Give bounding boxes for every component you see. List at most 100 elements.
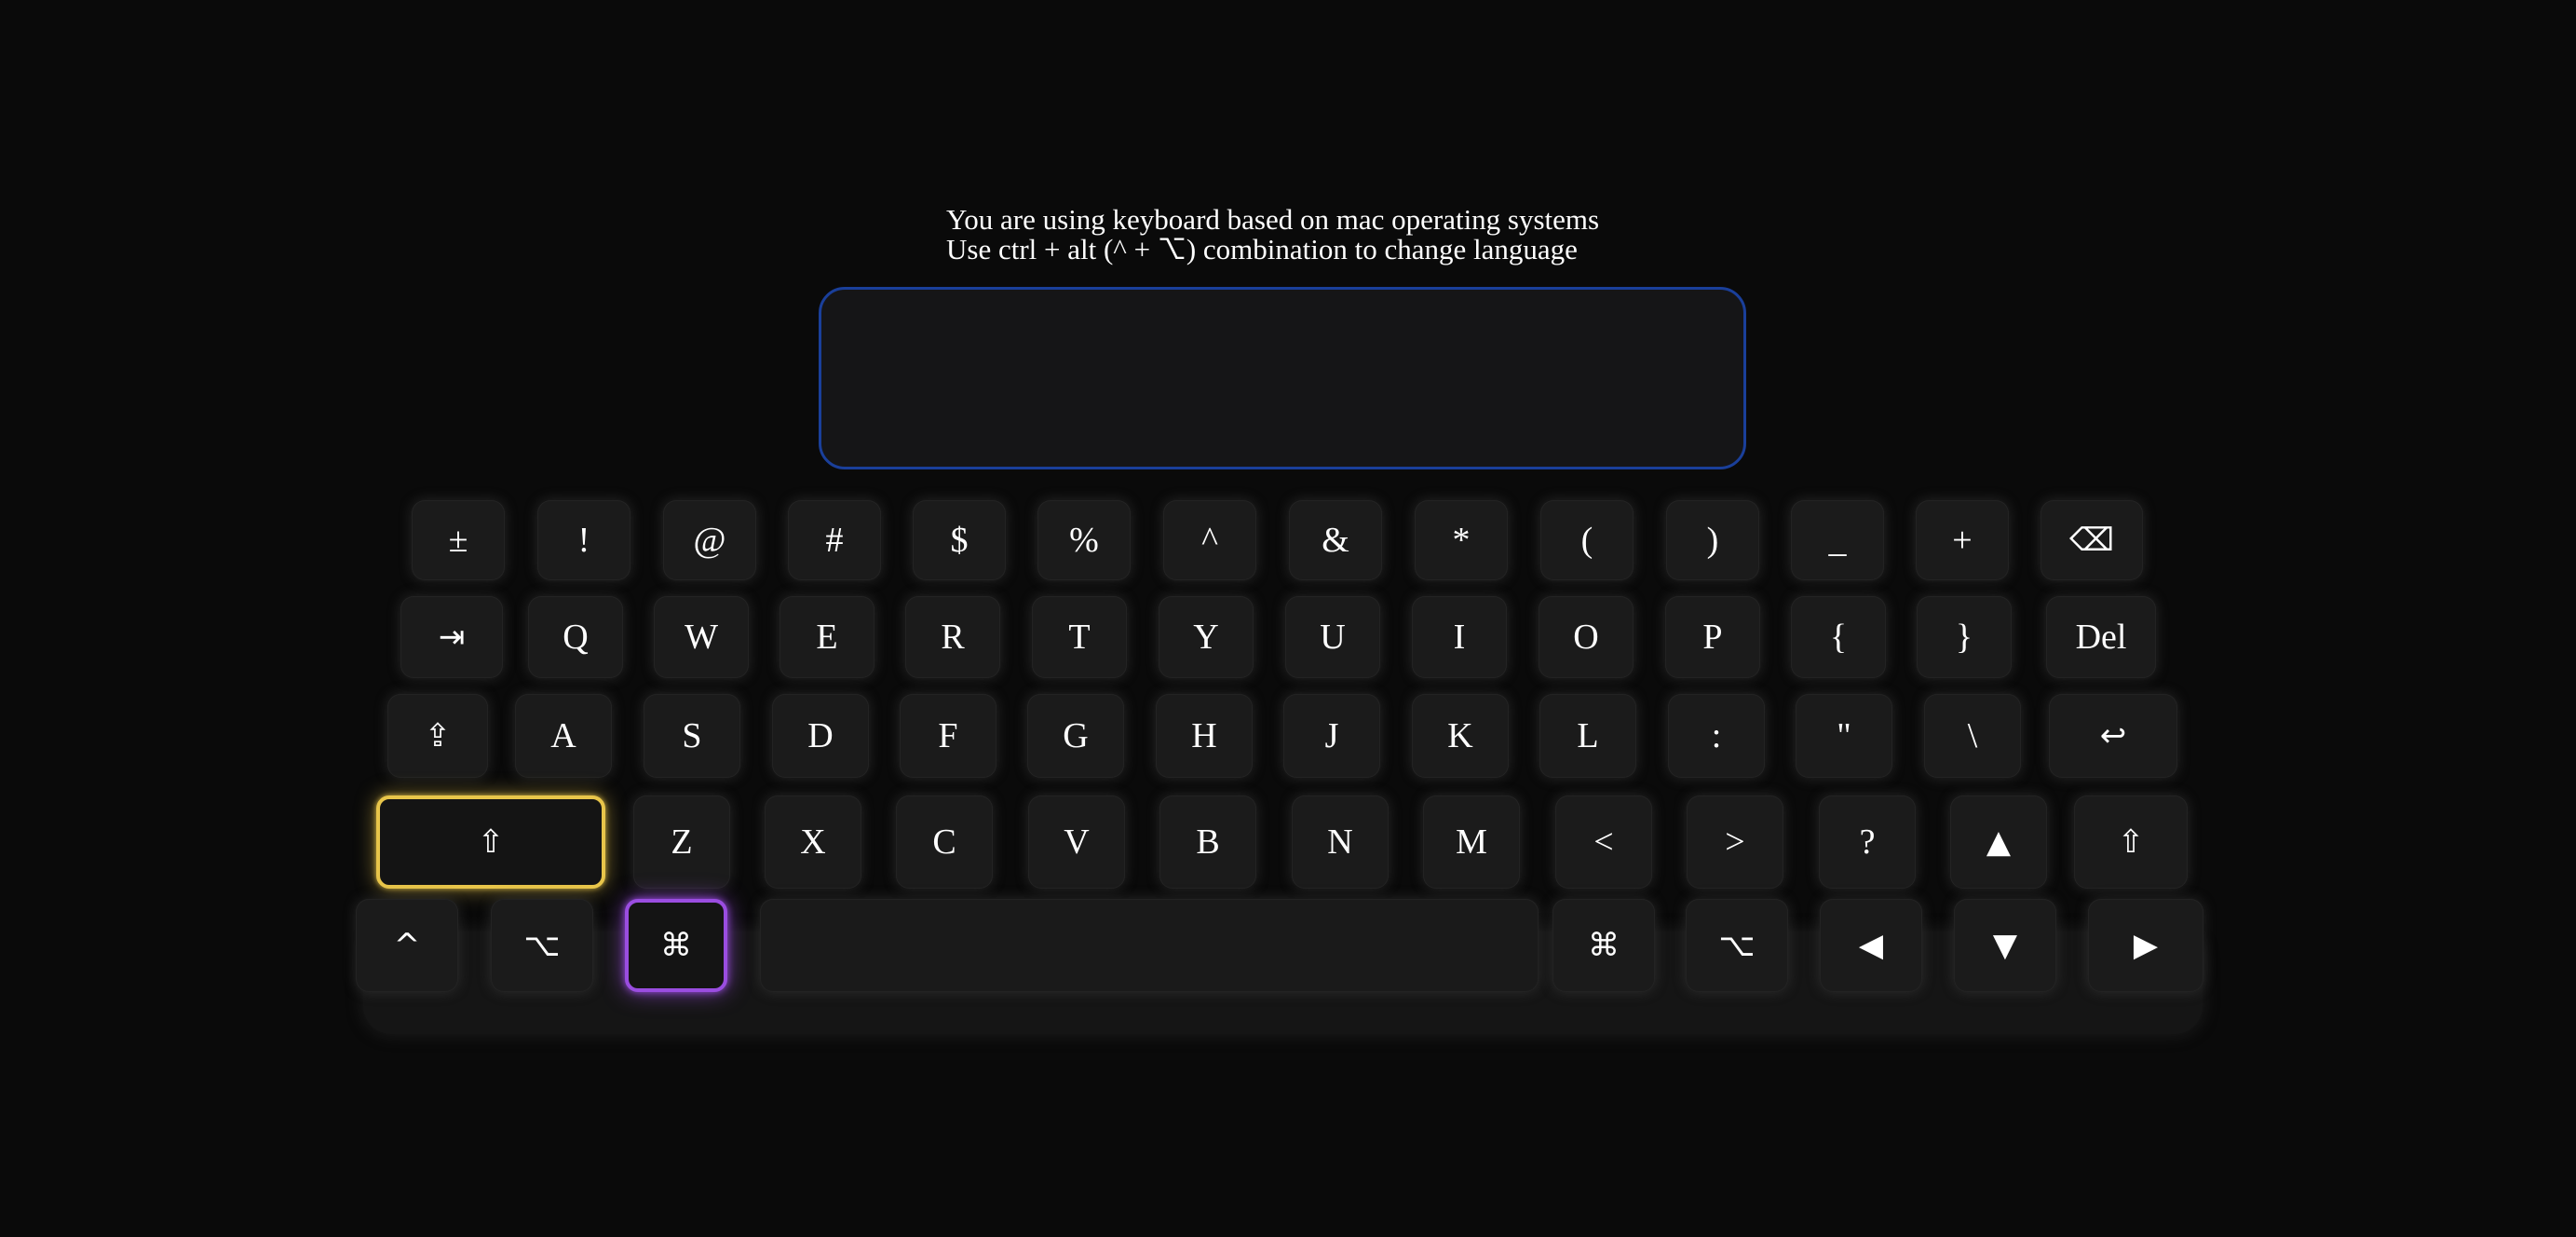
key-space[interactable] (760, 899, 1539, 992)
key-ampersand[interactable]: & (1289, 500, 1382, 580)
key-c[interactable]: C (896, 795, 993, 889)
key-arrow-right-label: ▶ (2133, 927, 2159, 964)
key-m[interactable]: M (1423, 795, 1520, 889)
key-t-label: T (1068, 618, 1091, 657)
key-exclamation-label: ! (577, 521, 590, 560)
key-y[interactable]: Y (1159, 596, 1254, 678)
key-ampersand-label: & (1322, 521, 1349, 560)
key-m-label: M (1456, 822, 1487, 862)
key-a-label: A (550, 716, 576, 755)
key-underscore[interactable]: _ (1791, 500, 1884, 580)
key-r-label: R (941, 618, 965, 657)
key-n-label: N (1327, 822, 1353, 862)
key-caps-lock[interactable]: ⇪ (387, 694, 488, 778)
key-a[interactable]: A (515, 694, 612, 778)
key-g[interactable]: G (1027, 694, 1124, 778)
key-right-shift[interactable]: ⇧ (2074, 795, 2188, 889)
key-f-label: F (938, 716, 958, 755)
key-t[interactable]: T (1032, 596, 1127, 678)
key-left-command[interactable]: ⌘ (625, 899, 727, 992)
key-right-option[interactable]: ⌥ (1686, 899, 1788, 992)
key-w[interactable]: W (654, 596, 749, 678)
key-left-option[interactable]: ⌥ (491, 899, 593, 992)
key-open-brace[interactable]: { (1791, 596, 1886, 678)
key-b[interactable]: B (1159, 795, 1256, 889)
instructions: You are using keyboard based on mac oper… (946, 205, 1599, 265)
key-tab[interactable]: ⇥ (400, 596, 503, 678)
key-e[interactable]: E (780, 596, 874, 678)
key-arrow-up[interactable]: ▲ (1950, 795, 2047, 889)
key-plus[interactable]: + (1916, 500, 2009, 580)
key-e-label: E (816, 618, 838, 657)
key-delete[interactable]: Del (2046, 596, 2156, 678)
key-h[interactable]: H (1156, 694, 1253, 778)
key-plus-minus[interactable]: ± (412, 500, 505, 580)
key-left-command-label: ⌘ (660, 927, 692, 964)
key-y-label: Y (1193, 618, 1219, 657)
key-q-label: Q (563, 618, 589, 657)
key-r[interactable]: R (905, 596, 1000, 678)
key-z-label: Z (671, 822, 693, 862)
key-colon-label: : (1711, 716, 1722, 755)
key-p[interactable]: P (1665, 596, 1760, 678)
key-less-than[interactable]: < (1555, 795, 1652, 889)
key-q[interactable]: Q (528, 596, 623, 678)
key-arrow-down[interactable]: ▼ (1954, 899, 2056, 992)
key-arrow-right[interactable]: ▶ (2088, 899, 2203, 992)
key-h-label: H (1191, 716, 1217, 755)
key-s[interactable]: S (644, 694, 740, 778)
key-at-label: @ (693, 521, 726, 560)
key-tab-label: ⇥ (438, 618, 466, 656)
key-percent[interactable]: % (1037, 500, 1131, 580)
key-left-shift[interactable]: ⇧ (376, 795, 605, 889)
key-x[interactable]: X (765, 795, 861, 889)
key-n[interactable]: N (1292, 795, 1389, 889)
key-dollar[interactable]: $ (913, 500, 1006, 580)
key-backslash[interactable]: \ (1924, 694, 2021, 778)
key-greater-than[interactable]: > (1687, 795, 1783, 889)
key-left-control[interactable]: ^ (356, 899, 458, 992)
key-quote-label: " (1837, 716, 1851, 755)
key-plus-label: + (1952, 521, 1973, 560)
key-open-paren[interactable]: ( (1540, 500, 1634, 580)
key-caret-label: ^ (1201, 521, 1218, 560)
key-at[interactable]: @ (663, 500, 756, 580)
key-backspace[interactable]: ⌫ (2040, 500, 2143, 580)
key-close-brace[interactable]: } (1917, 596, 2012, 678)
key-question-label: ? (1859, 822, 1876, 862)
key-d[interactable]: D (772, 694, 869, 778)
key-z[interactable]: Z (633, 795, 730, 889)
key-asterisk-label: * (1452, 521, 1471, 560)
key-u[interactable]: U (1285, 596, 1380, 678)
key-k[interactable]: K (1412, 694, 1509, 778)
key-u-label: U (1320, 618, 1346, 657)
key-close-paren[interactable]: ) (1666, 500, 1759, 580)
key-k-label: K (1447, 716, 1473, 755)
key-exclamation[interactable]: ! (537, 500, 630, 580)
key-hash[interactable]: # (788, 500, 881, 580)
key-plus-minus-label: ± (448, 521, 468, 560)
key-percent-label: % (1069, 521, 1099, 560)
text-output-field[interactable] (819, 287, 1746, 469)
key-left-control-label: ^ (393, 927, 421, 964)
key-open-brace-label: { (1829, 618, 1848, 657)
key-l[interactable]: L (1539, 694, 1636, 778)
key-arrow-left-label: ◀ (1858, 927, 1884, 964)
key-arrow-left[interactable]: ◀ (1820, 899, 1922, 992)
key-colon[interactable]: : (1668, 694, 1765, 778)
key-enter[interactable]: ↩ (2049, 694, 2177, 778)
key-v[interactable]: V (1028, 795, 1125, 889)
key-question[interactable]: ? (1819, 795, 1916, 889)
key-d-label: D (807, 716, 834, 755)
key-less-than-label: < (1593, 822, 1614, 862)
key-f[interactable]: F (900, 694, 997, 778)
key-caret[interactable]: ^ (1163, 500, 1256, 580)
key-j-label: J (1324, 716, 1339, 755)
key-o[interactable]: O (1539, 596, 1634, 678)
key-right-command[interactable]: ⌘ (1552, 899, 1655, 992)
key-close-paren-label: ) (1706, 521, 1719, 560)
key-asterisk[interactable]: * (1415, 500, 1508, 580)
key-j[interactable]: J (1283, 694, 1380, 778)
key-quote[interactable]: " (1796, 694, 1892, 778)
key-i[interactable]: I (1412, 596, 1507, 678)
